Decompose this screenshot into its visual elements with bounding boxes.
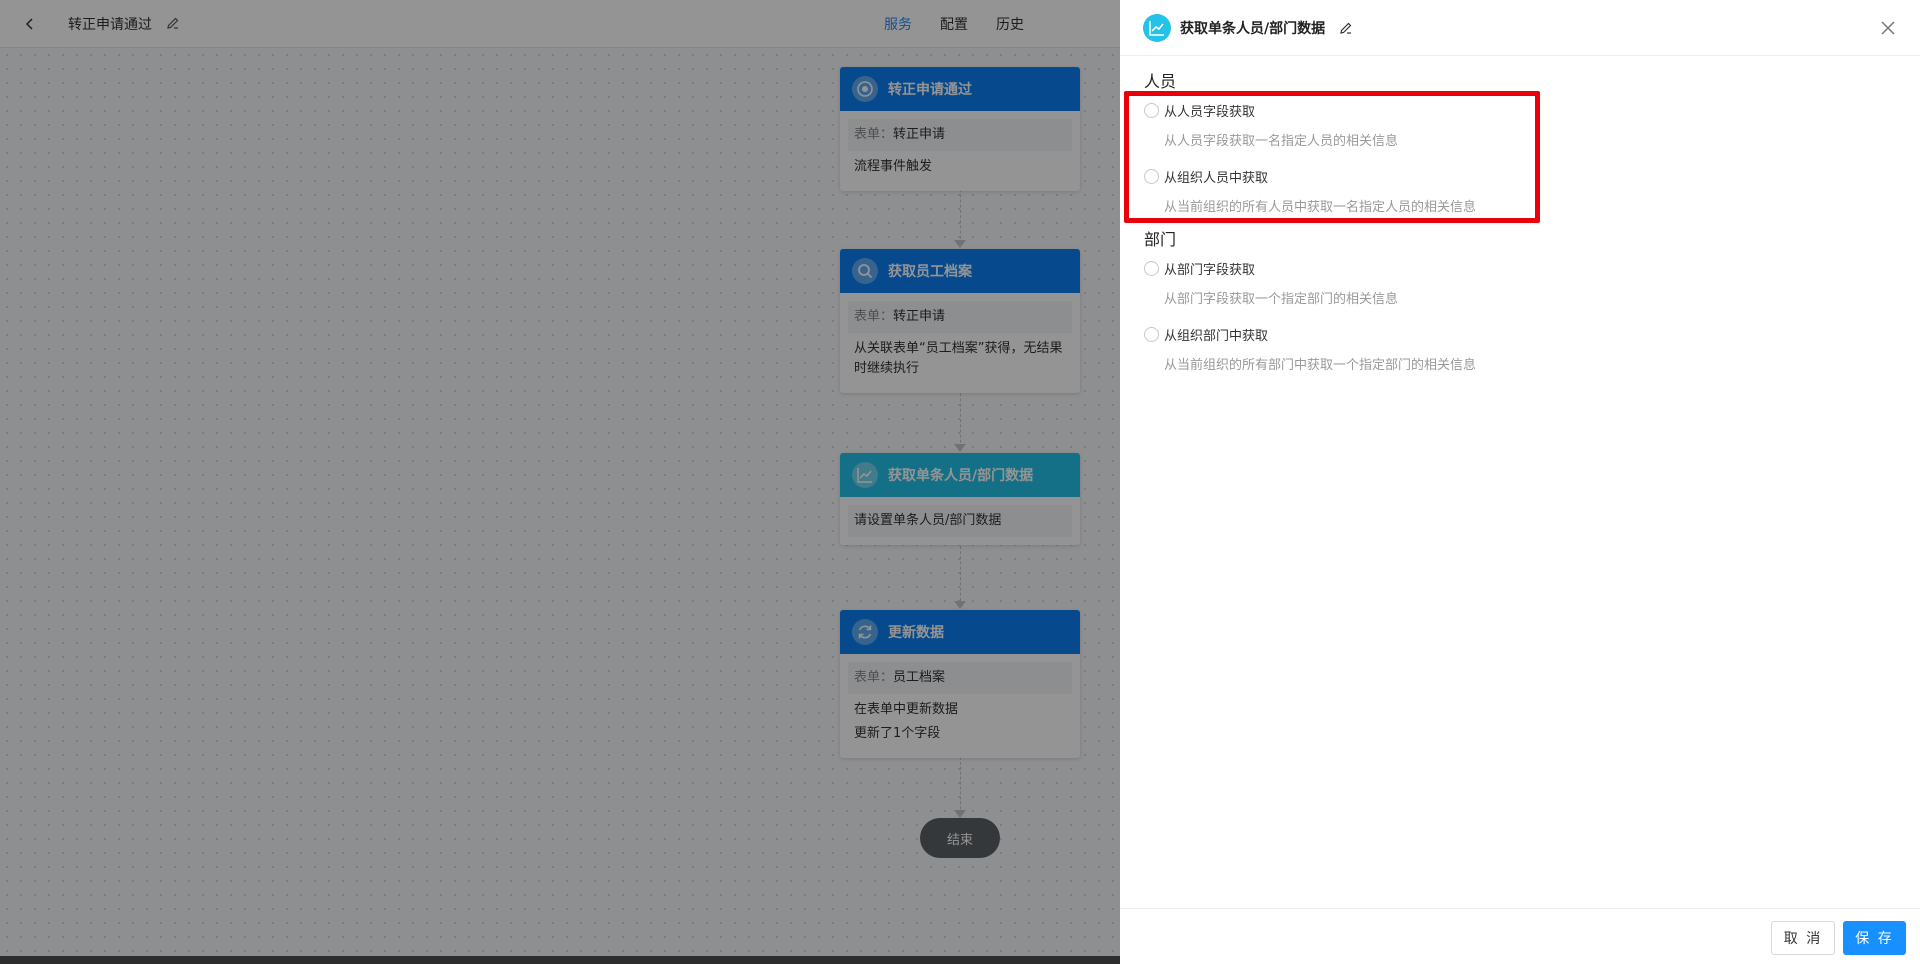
save-button[interactable]: 保 存 <box>1843 921 1906 955</box>
drawer-title: 获取单条人员/部门数据 <box>1180 21 1326 37</box>
modal-mask[interactable] <box>0 0 1120 964</box>
close-icon <box>1881 21 1895 35</box>
option-label: 从组织部门中获取 <box>1164 329 1269 344</box>
option-label: 从人员字段获取 <box>1164 105 1256 120</box>
radio-button[interactable] <box>1144 103 1159 118</box>
drawer-header: 获取单条人员/部门数据 <box>1120 0 1920 56</box>
radio-button[interactable] <box>1144 327 1159 342</box>
radio-button[interactable] <box>1144 169 1159 184</box>
option-label: 从部门字段获取 <box>1164 263 1256 278</box>
cancel-button[interactable]: 取 消 <box>1771 921 1835 955</box>
option-from-person-field[interactable]: 从人员字段获取 <box>1144 101 1255 120</box>
chart-line-icon <box>1143 14 1171 42</box>
pencil-icon <box>1340 22 1352 34</box>
option-description: 从人员字段获取一名指定人员的相关信息 <box>1164 134 1399 149</box>
radio-button[interactable] <box>1144 261 1159 276</box>
option-description: 从当前组织的所有部门中获取一个指定部门的相关信息 <box>1164 358 1477 373</box>
section-title-department: 部门 <box>1144 230 1177 249</box>
drawer-footer: 取 消 保 存 <box>1120 908 1920 964</box>
option-label: 从组织人员中获取 <box>1164 171 1269 186</box>
option-from-dept-field[interactable]: 从部门字段获取 <box>1144 259 1255 278</box>
close-button[interactable] <box>1878 18 1898 38</box>
option-from-org-person[interactable]: 从组织人员中获取 <box>1144 167 1268 186</box>
option-description: 从部门字段获取一个指定部门的相关信息 <box>1164 292 1399 307</box>
section-title-person: 人员 <box>1144 72 1177 91</box>
option-description: 从当前组织的所有人员中获取一名指定人员的相关信息 <box>1164 200 1477 215</box>
option-from-org-dept[interactable]: 从组织部门中获取 <box>1144 325 1268 344</box>
config-drawer: 获取单条人员/部门数据 人员 从人员字段获取 从人员字段获取一名指定人员的相关信… <box>1120 0 1920 964</box>
edit-node-name-button[interactable] <box>1338 20 1354 36</box>
